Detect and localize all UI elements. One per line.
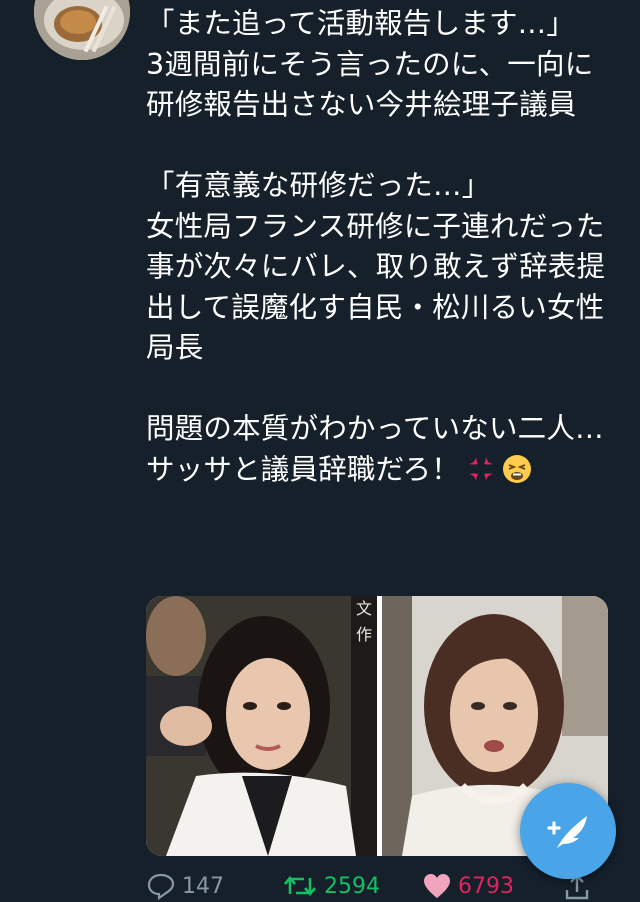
tweet-text: 「また追って活動報告します…」 3週間前にそう言ったのに、一向に研修報告出さない… — [146, 4, 616, 490]
tweet-line: 「また追って活動報告します…」 — [146, 7, 576, 40]
tweet-line: 女性局フランス研修に子連れだった事が次々にバレ、取り敢えず辞表提出して誤魔化す自… — [146, 209, 606, 365]
weary-face-icon — [503, 454, 531, 483]
photo-left[interactable]: 文 作 — [146, 596, 377, 856]
reply-button[interactable]: 147 — [146, 872, 224, 900]
reply-icon — [147, 873, 175, 900]
tweet-line: 問題の本質がわかっていない二人… — [146, 412, 604, 445]
photo-woman-parliament: 文 作 — [146, 596, 377, 856]
retweet-count: 2594 — [324, 873, 380, 899]
tweet-line: 3週間前にそう言ったのに、一向に研修報告出さない今井絵理子議員 — [146, 47, 594, 122]
retweet-icon — [284, 875, 316, 897]
avatar[interactable] — [34, 0, 130, 60]
tweet-actions: 147 2594 6793 — [146, 872, 616, 902]
like-count: 6793 — [458, 873, 514, 899]
avatar-image — [34, 0, 130, 60]
like-button[interactable]: 6793 — [422, 872, 514, 900]
compose-tweet-icon — [547, 816, 587, 848]
reply-count: 147 — [182, 873, 224, 899]
heart-icon — [424, 874, 450, 898]
tweet-line: サッサと議員辞職だろ！ — [146, 452, 460, 486]
retweet-button[interactable]: 2594 — [282, 872, 380, 900]
anger-symbol-icon — [469, 456, 493, 481]
tweet-detail-screen: 「また追って活動報告します…」 3週間前にそう言ったのに、一向に研修報告出さない… — [0, 0, 640, 902]
tweet-line: 「有意義な研修だった…」 — [146, 169, 491, 202]
compose-tweet-button[interactable] — [520, 783, 616, 879]
svg-text:文: 文 — [356, 599, 372, 618]
svg-text:作: 作 — [356, 625, 372, 644]
